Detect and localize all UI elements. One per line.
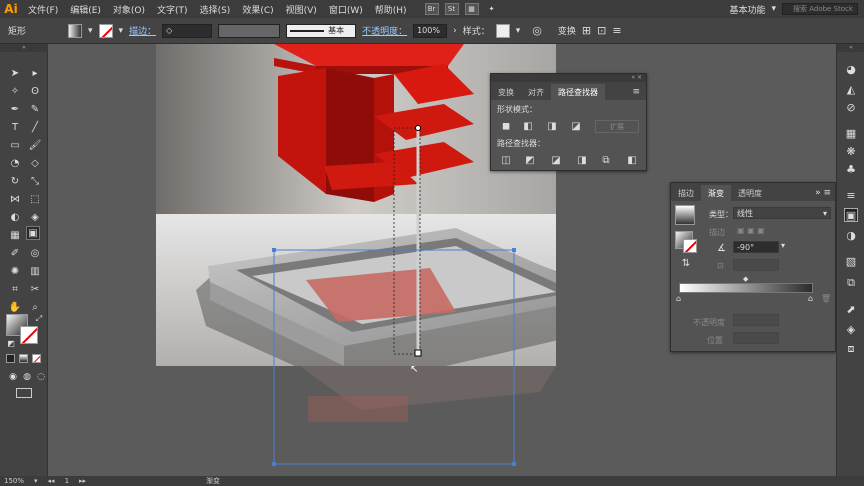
pathfinder-tabs: 变换 对齐 路径查找器 ≡ (491, 82, 646, 100)
right-dock: « ◕ ◭ ⊘ ▦ ❋ ♣ ≡ ▣ ◑ ▧ ⧉ ⬈ ◈ ⧈ (836, 44, 864, 480)
artboard-number-field[interactable]: 1 (65, 477, 69, 485)
stroke-label: 描边 (709, 228, 725, 237)
gradient-type-value: 线性 (737, 208, 753, 218)
gradient-slider[interactable] (679, 283, 813, 293)
minus-front-icon[interactable]: ◧ (521, 120, 535, 132)
gradient-stop-white[interactable]: ⌂ (676, 294, 681, 303)
gradient-tabs: 描边 渐变 透明度 » ≡ (671, 183, 835, 201)
collapse-icon[interactable]: » ≡ (815, 185, 835, 201)
next-artboard-icon[interactable]: ▸▸ (79, 477, 86, 485)
layers-icon[interactable]: ◈ (844, 322, 858, 336)
symbols-icon[interactable]: ♣ (844, 162, 858, 176)
angle-icon: ∡ (717, 243, 726, 254)
stroke-none-swatch[interactable] (683, 239, 697, 253)
unite-icon[interactable]: ◼ (499, 120, 513, 132)
merge-icon[interactable]: ◪ (549, 154, 563, 166)
transparency-icon[interactable]: ◑ (844, 228, 858, 242)
brushes-icon[interactable]: ❋ (844, 144, 858, 158)
exclude-icon[interactable]: ◪ (569, 120, 583, 132)
color-icon[interactable]: ◕ (844, 62, 858, 76)
reverse-gradient-icon[interactable]: ⇅ (679, 257, 693, 269)
stop-position-field[interactable] (733, 332, 779, 344)
artboards-icon[interactable]: ⧈ (844, 342, 858, 356)
panel-grip: « × (491, 74, 646, 82)
image-trace-icon[interactable]: ⧉ (844, 276, 858, 290)
stop-opacity-field[interactable] (733, 314, 779, 326)
aspect-ratio-icon: ⊡ (717, 261, 724, 270)
gradient-stop-black[interactable]: ⌂ (808, 294, 813, 303)
stroke-panel-icon[interactable]: ≡ (844, 188, 858, 202)
aspect-ratio-field[interactable] (733, 259, 779, 271)
selection-bounding-box[interactable] (273, 249, 515, 465)
gradient-panel: 描边 渐变 透明度 » ≡ 类型： 线性 ▾ 描边 ▣ ▣ ▣ ⇅ ∡ -90° … (670, 182, 836, 352)
svg-text:↖: ↖ (410, 364, 418, 375)
chevron-down-icon[interactable]: ▾ (781, 241, 785, 250)
crop-icon[interactable]: ◨ (575, 154, 589, 166)
trim-icon[interactable]: ◩ (523, 154, 537, 166)
dock-grip: « (837, 44, 864, 52)
pathfinders-label: 路径查找器： (497, 139, 545, 148)
opacity-label: 不透明度 (693, 318, 725, 327)
angle-field[interactable]: -90° (733, 241, 779, 253)
export-icon[interactable]: ⬈ (844, 302, 858, 316)
graphic-styles-icon[interactable]: ▧ (844, 254, 858, 268)
intersect-icon[interactable]: ◨ (545, 120, 559, 132)
type-label: 类型： (709, 210, 733, 219)
prev-artboard-icon[interactable]: ◂◂ (48, 477, 55, 485)
tab-transform[interactable]: 变换 (491, 84, 521, 100)
zoom-field[interactable]: 150% (4, 477, 24, 485)
gradient-type-select[interactable]: 线性 ▾ (733, 207, 831, 219)
divide-icon[interactable]: ◫ (499, 154, 513, 166)
stroke-options-icon[interactable]: ▣ ▣ ▣ (737, 226, 765, 235)
tab-align[interactable]: 对齐 (521, 84, 551, 100)
appearance-icon[interactable]: ⊘ (844, 100, 858, 114)
pathfinder-panel: « × 变换 对齐 路径查找器 ≡ 形状模式： ◼ ◧ ◨ ◪ 扩展 路径查找器… (490, 73, 647, 171)
tab-gradient[interactable]: 渐变 (701, 185, 731, 201)
tab-stroke[interactable]: 描边 (671, 185, 701, 201)
position-label: 位置 (707, 336, 723, 345)
midpoint-marker[interactable]: ◆ (743, 275, 748, 283)
gradient-thumbnail[interactable] (675, 205, 695, 225)
color-guide-icon[interactable]: ◭ (844, 82, 858, 96)
tab-pathfinder[interactable]: 路径查找器 (551, 84, 605, 100)
current-tool-label: 渐变 (206, 477, 221, 485)
tab-transparency[interactable]: 透明度 (731, 185, 769, 201)
swatches-icon[interactable]: ▦ (844, 126, 858, 140)
chevron-down-icon: ▾ (822, 208, 827, 218)
trash-icon[interactable]: 🗑 (821, 294, 831, 303)
panel-menu-icon[interactable]: ≡ (632, 84, 646, 100)
gradient-panel-icon[interactable]: ▣ (844, 208, 858, 222)
expand-button[interactable]: 扩展 (595, 120, 639, 133)
chevron-down-icon[interactable]: ▾ (34, 477, 38, 485)
shape-modes-label: 形状模式： (497, 105, 537, 114)
status-bar: 150% ▾ ◂◂ 1 ▸▸ 渐变 (0, 476, 864, 486)
outline-icon[interactable]: ⧉ (599, 154, 613, 166)
minus-back-icon[interactable]: ◧ (625, 154, 639, 166)
